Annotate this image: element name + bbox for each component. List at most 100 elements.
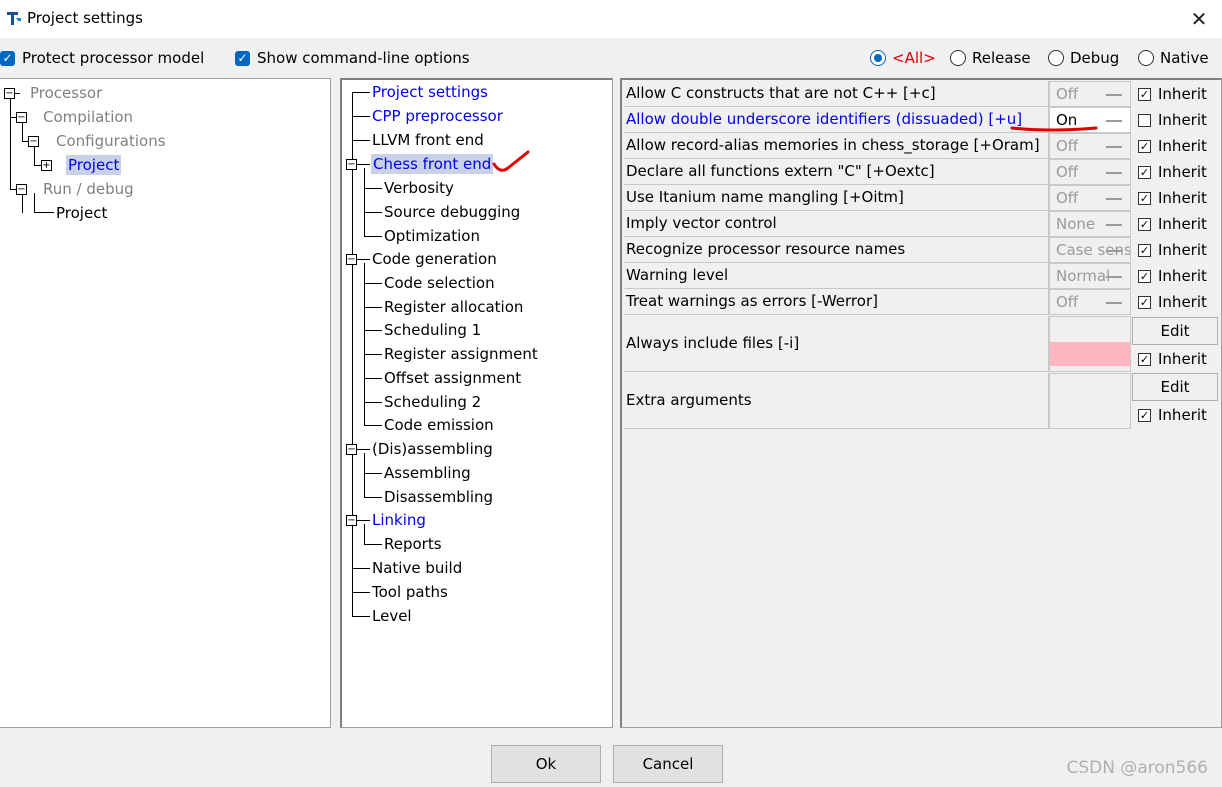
inherit-checkbox[interactable]: ✓ Inherit [1134, 237, 1207, 263]
tree-node-configurations[interactable]: Configurations [56, 131, 166, 151]
inherit-checkbox[interactable]: ✓ Inherit [1134, 402, 1207, 428]
tree-node-linking[interactable]: Linking [372, 510, 426, 530]
inherit-checkbox[interactable]: ✓ Inherit [1134, 289, 1207, 315]
checkmark-icon: ✓ [1138, 295, 1151, 309]
inherit-checkbox[interactable]: ✓ Inherit [1134, 346, 1207, 372]
collapse-icon[interactable]: − [346, 515, 357, 526]
prop-row-warnings-as-errors[interactable]: Treat warnings as errors [-Werror] [624, 289, 1049, 315]
radio-indicator [950, 50, 966, 66]
checkmark-icon: ✓ [1138, 139, 1151, 153]
collapse-icon[interactable]: − [28, 136, 39, 147]
dropdown-icon [1106, 275, 1122, 278]
prop-row-warning-level[interactable]: Warning level [624, 263, 1049, 289]
prop-row-double-underscore[interactable]: Allow double underscore identifiers (dis… [624, 107, 1049, 133]
edit-button[interactable]: Edit [1132, 373, 1218, 401]
collapse-icon[interactable]: − [346, 444, 357, 455]
processor-tree-panel[interactable]: − Processor − Compilation − Configuratio… [0, 78, 331, 728]
radio-debug-label: Debug [1070, 49, 1120, 67]
tree-node-code-selection[interactable]: Code selection [384, 273, 495, 293]
tree-node-processor[interactable]: Processor [30, 83, 102, 103]
tree-node-offset-assignment[interactable]: Offset assignment [384, 368, 521, 388]
checkmark-icon: ✓ [235, 50, 250, 66]
radio-indicator [1138, 50, 1154, 66]
prop-row-extra-arguments[interactable]: Extra arguments [624, 373, 1049, 429]
tree-node-source-debugging[interactable]: Source debugging [384, 202, 520, 222]
extra-arguments-list[interactable] [1049, 373, 1131, 429]
tree-node-code-emission[interactable]: Code emission [384, 415, 494, 435]
tree-node-scheduling-2[interactable]: Scheduling 2 [384, 392, 481, 412]
tree-node-native-build[interactable]: Native build [372, 558, 462, 578]
prop-row-always-include[interactable]: Always include files [-i] [624, 316, 1049, 372]
tree-node-assembling[interactable]: Assembling [384, 463, 471, 483]
inherit-checkbox[interactable]: Inherit [1134, 107, 1207, 133]
tree-node-reports[interactable]: Reports [384, 534, 442, 554]
inherit-label: Inherit [1158, 293, 1207, 311]
prop-value-select[interactable]: None [1049, 211, 1131, 237]
collapse-icon[interactable]: − [16, 112, 27, 123]
tree-node-optimization[interactable]: Optimization [384, 226, 480, 246]
prop-value-select[interactable]: Off [1049, 185, 1131, 211]
ok-button[interactable]: Ok [491, 745, 601, 783]
collapse-icon[interactable]: − [16, 184, 27, 195]
tree-node-code-generation[interactable]: Code generation [372, 249, 497, 269]
prop-value-text: Off [1056, 293, 1079, 311]
cancel-button[interactable]: Cancel [613, 745, 723, 783]
dropdown-icon [1106, 249, 1122, 252]
radio-debug[interactable]: Debug [1048, 48, 1119, 68]
collapse-icon[interactable]: − [4, 88, 15, 99]
prop-value-select[interactable]: Case sens [1049, 237, 1131, 263]
expand-icon[interactable]: + [41, 160, 52, 171]
settings-tree-panel[interactable]: Project settings CPP preprocessor LLVM f… [340, 78, 613, 728]
collapse-icon[interactable]: − [346, 254, 357, 265]
include-files-list[interactable] [1049, 316, 1131, 372]
inherit-checkbox[interactable]: ✓ Inherit [1134, 159, 1207, 185]
tree-node-register-assignment[interactable]: Register assignment [384, 344, 538, 364]
prop-row-itanium-mangling[interactable]: Use Itanium name mangling [+Oitm] [624, 185, 1049, 211]
checkmark-icon: ✓ [1138, 408, 1151, 422]
collapse-icon[interactable]: − [346, 159, 357, 170]
tree-node-disassembling[interactable]: Disassembling [384, 487, 493, 507]
tree-node-level[interactable]: Level [372, 606, 412, 626]
inherit-label: Inherit [1158, 215, 1207, 233]
radio-release[interactable]: Release [950, 48, 1031, 68]
prop-row-extern-c[interactable]: Declare all functions extern "C" [+Oextc… [624, 159, 1049, 185]
prop-value-select[interactable]: Off [1049, 81, 1131, 107]
tree-node-run-debug[interactable]: Run / debug [43, 179, 134, 199]
prop-value-select[interactable]: Normal [1049, 263, 1131, 289]
tree-node-project-selected[interactable]: Project [66, 155, 122, 175]
tree-node-disassembling-group[interactable]: (Dis)assembling [372, 439, 493, 459]
inherit-checkbox[interactable]: ✓ Inherit [1134, 263, 1207, 289]
prop-value-text: Off [1056, 163, 1079, 181]
tree-node-chess-front-end[interactable]: Chess front end [371, 154, 494, 174]
inherit-checkbox[interactable]: ✓ Inherit [1134, 211, 1207, 237]
inherit-checkbox[interactable]: ✓ Inherit [1134, 133, 1207, 159]
radio-all[interactable]: <All> [870, 48, 936, 68]
prop-row-record-alias[interactable]: Allow record-alias memories in chess_sto… [624, 133, 1049, 159]
tree-node-cpp-preprocessor[interactable]: CPP preprocessor [372, 106, 503, 126]
prop-value-select[interactable]: Off [1049, 289, 1131, 315]
tree-node-scheduling-1[interactable]: Scheduling 1 [384, 320, 481, 340]
tree-node-compilation[interactable]: Compilation [43, 107, 133, 127]
prop-row-c-constructs[interactable]: Allow C constructs that are not C++ [+c] [624, 81, 1049, 107]
inherit-checkbox[interactable]: ✓ Inherit [1134, 81, 1207, 107]
tree-node-verbosity[interactable]: Verbosity [384, 178, 454, 198]
inherit-label: Inherit [1158, 137, 1207, 155]
tree-node-project[interactable]: Project [56, 203, 107, 223]
inherit-checkbox[interactable]: ✓ Inherit [1134, 185, 1207, 211]
inherit-label: Inherit [1158, 189, 1207, 207]
show-cmd-options-checkbox[interactable]: ✓ Show command-line options [235, 48, 470, 68]
unchecked-box-icon [1138, 113, 1151, 127]
prop-value-select[interactable]: Off [1049, 159, 1131, 185]
prop-row-resource-names[interactable]: Recognize processor resource names [624, 237, 1049, 263]
close-icon[interactable]: ✕ [1186, 6, 1212, 32]
tree-node-llvm-front-end[interactable]: LLVM front end [372, 130, 484, 150]
protect-model-checkbox[interactable]: ✓ Protect processor model [0, 48, 204, 68]
edit-button[interactable]: Edit [1132, 317, 1218, 345]
tree-node-register-allocation[interactable]: Register allocation [384, 297, 523, 317]
tree-node-tool-paths[interactable]: Tool paths [372, 582, 448, 602]
prop-value-select[interactable]: Off [1049, 133, 1131, 159]
prop-row-vector-control[interactable]: Imply vector control [624, 211, 1049, 237]
radio-native[interactable]: Native [1138, 48, 1209, 68]
inherit-label: Inherit [1158, 163, 1207, 181]
tree-node-project-settings[interactable]: Project settings [372, 82, 488, 102]
